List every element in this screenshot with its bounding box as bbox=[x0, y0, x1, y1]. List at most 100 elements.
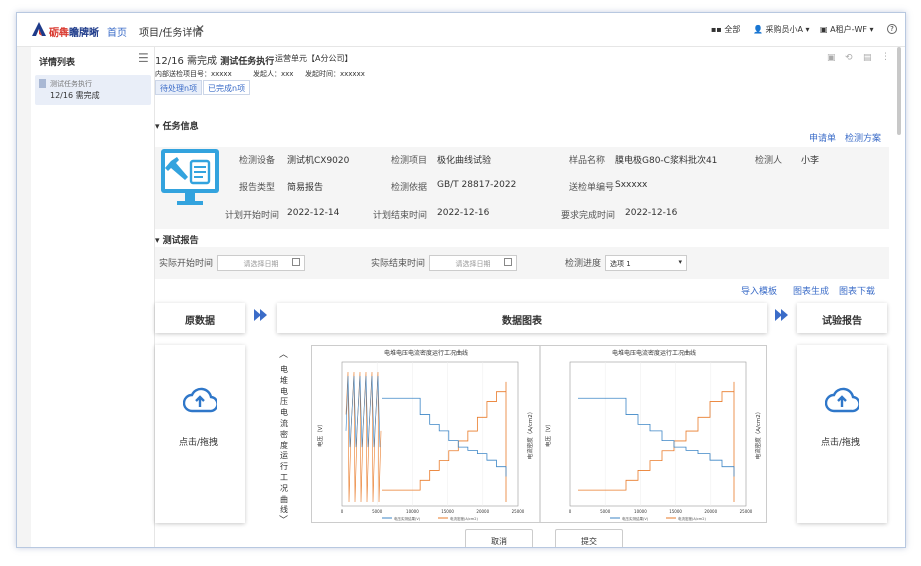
start-date-placeholder: 请选择日期 bbox=[243, 260, 279, 268]
calendar-icon bbox=[292, 258, 300, 266]
import-template-link[interactable]: 导入模板 bbox=[741, 284, 777, 297]
logo-text: 砺犇瞻牌晰 bbox=[49, 28, 99, 39]
x-tick-label: 20000 bbox=[476, 509, 489, 514]
close-tab-icon[interactable]: ✕ bbox=[195, 22, 205, 36]
item-value: 极化曲线试验 bbox=[437, 156, 492, 166]
data-chart-card: 数据图表 bbox=[277, 303, 767, 333]
scrollbar[interactable] bbox=[893, 47, 905, 547]
actual-start-date-input[interactable]: 请选择日期 bbox=[217, 255, 305, 271]
series-current-line bbox=[382, 381, 507, 502]
save-icon[interactable]: ▣ bbox=[827, 53, 836, 63]
order-value: Sxxxxx bbox=[615, 180, 648, 190]
chevron-down-icon[interactable]: ﹀ bbox=[279, 513, 288, 526]
tab-pending[interactable]: 待处理n项 bbox=[155, 80, 203, 95]
task-info-box: 检测设备 测试机CX9020 检测项目 极化曲线试验 样品名称 膜电极G80-C… bbox=[155, 147, 889, 229]
actual-end-date-input[interactable]: 请选择日期 bbox=[429, 255, 517, 271]
task-unit: 运营单元【A分公司】 bbox=[275, 54, 353, 63]
legend-label: 电压实测结果(V) bbox=[394, 516, 421, 521]
x-tick-label: 20000 bbox=[704, 509, 717, 514]
main-panel: 12/16 需完成 测试任务执行 运营单元【A分公司】 内部送检项目号：xxxx… bbox=[155, 47, 893, 547]
task-meta-time: 发起时间：xxxxxx bbox=[305, 70, 365, 78]
raw-data-card: 原数据 bbox=[155, 303, 245, 333]
basis-value: GB/T 28817-2022 bbox=[437, 180, 517, 190]
share-icon[interactable]: ⟲ bbox=[845, 53, 853, 63]
device-label: 检测设备 bbox=[239, 156, 276, 166]
chevron-down-icon: ▾ bbox=[678, 258, 682, 266]
arrow-right-icon bbox=[260, 309, 267, 321]
legend-label: 电压实测结果(V) bbox=[622, 516, 649, 521]
chart-title: 电堆电压电流密度运行工况曲线 bbox=[612, 349, 696, 357]
chart-side-label: 电堆电压电流密度运行工况曲线 bbox=[280, 365, 288, 515]
chart-generate-link[interactable]: 图表生成 bbox=[793, 284, 829, 297]
test-report-card: 试验报告 bbox=[797, 303, 887, 333]
user-menu[interactable]: 👤 采购员小A ▾ bbox=[753, 24, 810, 35]
x-tick-label: 15000 bbox=[441, 509, 454, 514]
apply-link[interactable]: 申请单 bbox=[809, 131, 836, 144]
x-tick-label: 15000 bbox=[669, 509, 682, 514]
series-voltage-line bbox=[382, 397, 507, 477]
section-test-report: ▾ 测试报告 bbox=[155, 236, 199, 246]
inspector-label: 检测人 bbox=[755, 156, 783, 166]
chart-download-link[interactable]: 图表下载 bbox=[839, 284, 875, 297]
task-heading: 12/16 需完成 测试任务执行 bbox=[155, 56, 275, 67]
plan-start-label: 计划开始时间 bbox=[225, 211, 280, 221]
cancel-button[interactable]: 取消 bbox=[465, 529, 533, 547]
report-form: 实际开始时间 请选择日期 实际结束时间 请选择日期 检测进度 选项 1 ▾ bbox=[155, 247, 889, 279]
required-done-value: 2022-12-16 bbox=[625, 208, 678, 218]
device-value: 测试机CX9020 bbox=[287, 156, 350, 166]
data-chart: 电堆电压电流密度运行工况曲线 0 5000 10000 15000 20000 25000 电… bbox=[311, 345, 767, 523]
tab-done[interactable]: 已完成n项 bbox=[203, 80, 251, 95]
sidebar-item-task[interactable]: 测试任务执行 12/16 需完成 bbox=[35, 75, 151, 105]
nav-home[interactable]: 首页 bbox=[107, 24, 127, 39]
tenant-label: A租户-WF bbox=[830, 25, 867, 34]
cloud-upload-icon bbox=[183, 387, 217, 413]
plan-end-value: 2022-12-16 bbox=[437, 208, 490, 218]
plan-link[interactable]: 检测方案 bbox=[845, 131, 881, 144]
x-tick-label: 5000 bbox=[372, 509, 383, 514]
top-bar: 砺犇瞻牌晰 首页 项目/任务详情 ✕ ▪▪ 全部 👤 采购员小A ▾ ▣ A租户… bbox=[17, 13, 905, 47]
y-axis-label: 电压（V） bbox=[544, 421, 552, 447]
plot-area bbox=[341, 361, 519, 507]
series-current-spikes bbox=[345, 371, 382, 503]
section-task-info: ▾ 任务信息 bbox=[155, 122, 199, 132]
raw-data-upload[interactable]: 点击/拖拽 bbox=[155, 345, 245, 523]
x-tick-label: 0 bbox=[341, 509, 344, 514]
menu-toggle-icon[interactable]: ☰ bbox=[138, 51, 149, 65]
logo-mark-icon bbox=[32, 22, 46, 36]
plan-start-value: 2022-12-14 bbox=[287, 208, 340, 218]
y2-axis-label: 电流密度（A/cm2） bbox=[526, 409, 534, 460]
submit-button[interactable]: 提交 bbox=[555, 529, 623, 547]
chart-title: 电堆电压电流密度运行工况曲线 bbox=[384, 349, 468, 357]
sidebar: 详情列表 ☰ 测试任务执行 12/16 需完成 bbox=[31, 47, 155, 547]
x-tick-label: 25000 bbox=[740, 509, 753, 514]
x-tick-label: 25000 bbox=[512, 509, 525, 514]
progress-select[interactable]: 选项 1 ▾ bbox=[605, 255, 687, 271]
calendar-icon bbox=[504, 258, 512, 266]
all-label: 全部 bbox=[724, 25, 741, 34]
required-done-label: 要求完成时间 bbox=[561, 211, 616, 221]
task-meta-initiator: 发起人：xxx bbox=[253, 70, 294, 78]
report-type-label: 报告类型 bbox=[239, 183, 276, 193]
user-label: 采购员小A bbox=[765, 25, 803, 34]
upload-hint: 点击/拖拽 bbox=[821, 438, 861, 448]
x-tick-label: 10000 bbox=[406, 509, 419, 514]
actual-start-label: 实际开始时间 bbox=[159, 259, 214, 269]
plot-area bbox=[569, 361, 747, 507]
all-menu[interactable]: ▪▪ 全部 bbox=[711, 24, 740, 35]
tenant-menu[interactable]: ▣ A租户-WF ▾ bbox=[820, 24, 874, 35]
end-date-placeholder: 请选择日期 bbox=[455, 260, 491, 268]
basis-label: 检测依据 bbox=[391, 183, 428, 193]
sidebar-item-title: 测试任务执行 bbox=[50, 80, 92, 88]
report-upload[interactable]: 点击/拖拽 bbox=[797, 345, 887, 523]
more-icon[interactable]: ⋮ bbox=[881, 52, 890, 62]
scrollbar-thumb[interactable] bbox=[897, 47, 901, 135]
nav-current-tab[interactable]: 项目/任务详情 bbox=[139, 24, 202, 39]
chevron-up-icon[interactable]: ︿ bbox=[279, 347, 288, 360]
cloud-upload-icon bbox=[825, 387, 859, 413]
print-icon[interactable]: ▤ bbox=[863, 53, 872, 63]
plan-end-label: 计划结束时间 bbox=[373, 211, 428, 221]
sidebar-title: 详情列表 bbox=[39, 58, 76, 68]
document-icon bbox=[39, 79, 46, 88]
help-icon[interactable]: ? bbox=[887, 24, 897, 34]
legend-label: 电流密度(A/cm2) bbox=[678, 516, 706, 521]
